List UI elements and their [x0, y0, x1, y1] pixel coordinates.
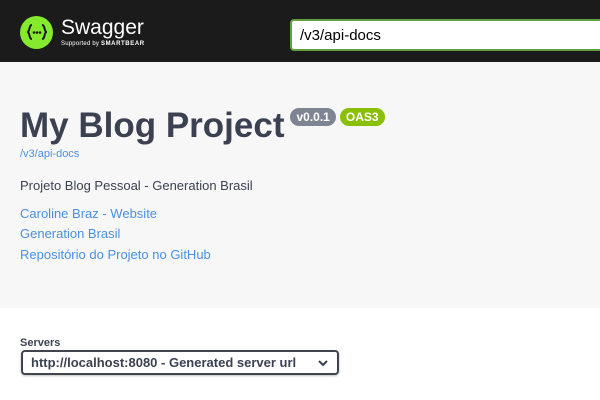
swagger-logo[interactable]: Swagger Supported by SMARTBEAR	[20, 14, 145, 50]
supported-by-text: Supported by	[61, 41, 100, 47]
generation-link[interactable]: Generation Brasil	[20, 226, 120, 241]
chevron-down-icon	[318, 359, 328, 366]
topbar: Swagger Supported by SMARTBEAR	[0, 0, 600, 62]
info-section: My Blog Project v0.0.1 OAS3 /v3/api-docs…	[0, 62, 600, 308]
page-title: My Blog Project	[20, 106, 285, 145]
server-selected-value: http://localhost:8080 - Generated server…	[31, 355, 297, 370]
website-link[interactable]: Caroline Braz - Website	[20, 206, 157, 221]
brand-name: Swagger	[61, 16, 144, 39]
supporter-name: SMARTBEAR	[100, 41, 145, 47]
github-link[interactable]: Repositório do Projeto no GitHub	[20, 247, 211, 262]
api-docs-link[interactable]: /v3/api-docs	[20, 148, 79, 160]
version-badge: v0.0.1	[290, 108, 336, 126]
logo-text: Swagger Supported by SMARTBEAR	[61, 16, 145, 48]
description: Projeto Blog Pessoal - Generation Brasil	[20, 178, 253, 193]
swagger-braces-icon	[20, 15, 53, 49]
supported-by: Supported by SMARTBEAR	[61, 41, 145, 47]
oas-badge: OAS3	[339, 108, 385, 126]
api-url-input[interactable]	[290, 19, 600, 51]
title-row: My Blog Project v0.0.1 OAS3	[20, 106, 385, 146]
servers-label: Servers	[20, 337, 61, 349]
servers-select[interactable]: http://localhost:8080 - Generated server…	[21, 350, 339, 375]
